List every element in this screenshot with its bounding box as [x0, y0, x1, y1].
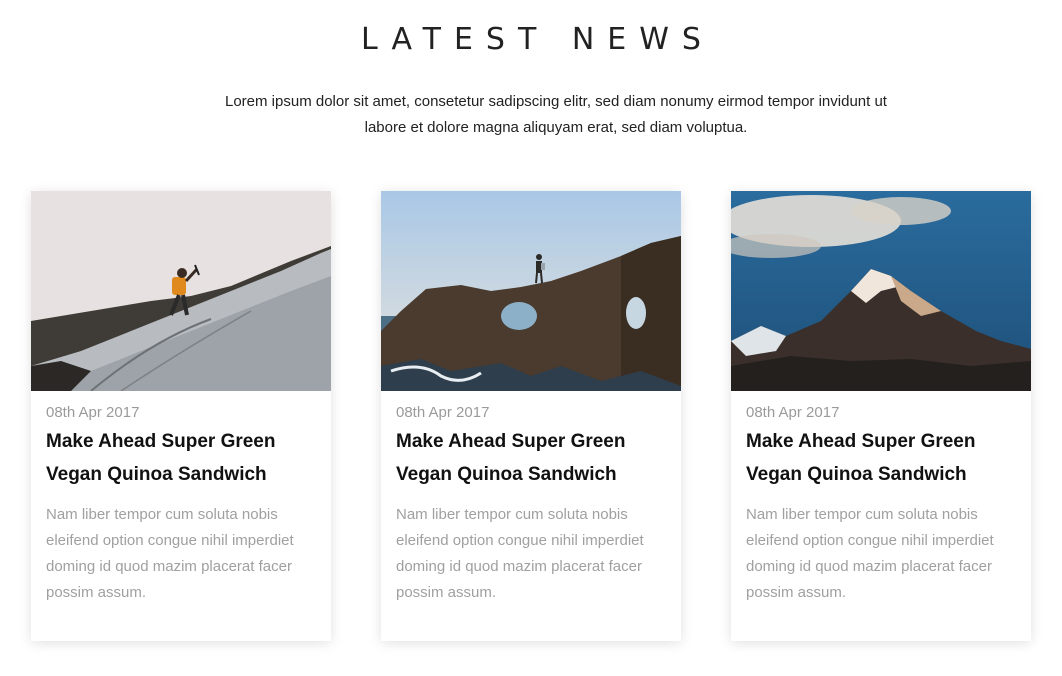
- post-excerpt: Nam liber tempor cum soluta nobis eleife…: [396, 506, 644, 601]
- news-card[interactable]: 08th Apr 2017 Make Ahead Super Green Veg…: [31, 191, 331, 641]
- rock-arch-hiker-photo[interactable]: [381, 191, 681, 391]
- post-date: 08th Apr 2017: [396, 404, 490, 421]
- post-excerpt: Nam liber tempor cum soluta nobis eleife…: [746, 506, 994, 601]
- news-card[interactable]: 08th Apr 2017 Make Ahead Super Green Veg…: [381, 191, 681, 641]
- post-title[interactable]: Make Ahead Super Green Vegan Quinoa Sand…: [746, 425, 1021, 491]
- news-card[interactable]: 08th Apr 2017 Make Ahead Super Green Veg…: [731, 191, 1031, 641]
- post-title[interactable]: Make Ahead Super Green Vegan Quinoa Sand…: [46, 425, 321, 491]
- post-excerpt: Nam liber tempor cum soluta nobis eleife…: [46, 506, 294, 601]
- section-title: LATEST NEWS: [361, 22, 714, 57]
- section-intro: Lorem ipsum dolor sit amet, consetetur s…: [225, 93, 887, 136]
- ice-climber-photo[interactable]: [31, 191, 331, 391]
- mountain-peak-photo[interactable]: [731, 191, 1031, 391]
- post-date: 08th Apr 2017: [46, 404, 140, 421]
- post-title[interactable]: Make Ahead Super Green Vegan Quinoa Sand…: [396, 425, 671, 491]
- post-date: 08th Apr 2017: [746, 404, 840, 421]
